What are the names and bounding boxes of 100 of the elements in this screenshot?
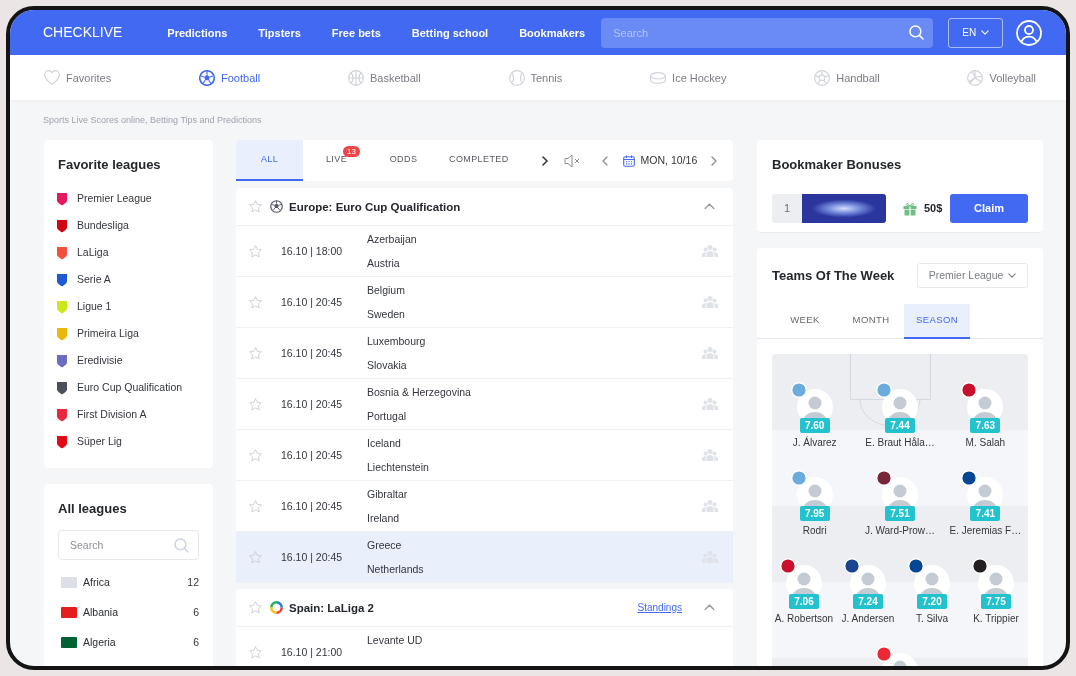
team-name: Bosnia & Herzegovina [367, 385, 471, 399]
lineup-icon[interactable] [702, 448, 718, 462]
sport-tab[interactable]: Tennis [508, 69, 563, 86]
league-link[interactable]: Premier League [56, 185, 199, 212]
mute-icon[interactable] [563, 153, 581, 168]
chevron-right-icon[interactable] [541, 155, 548, 166]
match-row[interactable]: 16.10 | 20:45 Belgium Sweden [236, 277, 733, 328]
card-title: Teams Of The Week [772, 267, 895, 284]
player-name[interactable]: M. Salah [965, 436, 1006, 449]
search-field[interactable]: Search [601, 17, 934, 48]
favorite-star-icon[interactable] [249, 295, 262, 309]
player-name[interactable]: J. Ward-Prow… [864, 524, 936, 537]
match-row[interactable]: 16.10 | 18:00 Azerbaijan Austria [236, 226, 733, 277]
favorite-star-icon[interactable] [249, 645, 262, 659]
filter-tab[interactable]: ODDS [370, 140, 437, 181]
player-name[interactable]: A. Robertson [774, 612, 834, 625]
match-time: 16.10 | 20:45 [281, 499, 344, 513]
player-name[interactable]: Rodri [802, 524, 827, 537]
player-name[interactable]: J. Álvarez [792, 436, 837, 449]
volleyball-icon [967, 69, 984, 86]
country-link[interactable]: Africa [83, 575, 110, 589]
match-row[interactable]: 16.10 | 21:00 Levante UD [236, 627, 733, 666]
league-link[interactable]: Süper Lig [56, 428, 199, 455]
favorite-star-icon[interactable] [249, 397, 262, 411]
favorite-star-icon[interactable] [249, 601, 262, 614]
period-tab[interactable]: MONTH [838, 304, 904, 339]
league-link[interactable]: First Division A [56, 401, 199, 428]
league-link[interactable]: Bundesliga [56, 212, 199, 239]
player-name[interactable]: E. Jeremias F… [949, 524, 1022, 537]
sport-tab[interactable]: Football [199, 69, 261, 86]
card-title: Bookmaker Bonuses [772, 156, 903, 173]
filter-tab[interactable]: ALL [236, 140, 303, 181]
league-count: 6 [193, 605, 199, 619]
league-link[interactable]: LaLiga [56, 239, 199, 266]
date-picker[interactable]: MON, 10/16 [622, 154, 698, 167]
menu-link[interactable]: Tipsters [258, 25, 301, 40]
card-title: Favorite leagues [58, 156, 162, 173]
favorite-star-icon[interactable] [249, 448, 262, 462]
team-name: Ireland [367, 511, 401, 525]
league-select[interactable]: Premier League [917, 263, 1028, 288]
player-name[interactable]: K. Trippier [973, 612, 1019, 625]
sport-tab[interactable]: Basketball [347, 69, 421, 86]
sport-tab[interactable]: Volleyball [967, 69, 1036, 86]
calendar-icon [622, 154, 635, 167]
league-search-field[interactable]: Search [58, 530, 199, 560]
lineup-icon[interactable] [702, 244, 718, 258]
league-link[interactable]: Primeira Liga [56, 320, 199, 347]
collapse-chevron-icon[interactable] [704, 604, 715, 611]
team-name: Portugal [367, 409, 408, 423]
player-name[interactable]: T. Silva [915, 612, 949, 625]
lineup-icon[interactable] [702, 397, 718, 411]
sport-tab[interactable]: Handball [814, 69, 880, 86]
match-row[interactable]: 16.10 | 20:45 Greece Netherlands [236, 532, 733, 583]
sport-tab[interactable]: Ice Hockey [650, 70, 727, 85]
tennis-ball-icon [508, 69, 525, 86]
player-name[interactable]: E. Braut Håla… [865, 436, 935, 449]
favorite-star-icon[interactable] [249, 244, 262, 258]
player-rating: 7.60 [799, 418, 830, 433]
favorite-star-icon[interactable] [249, 499, 262, 513]
sport-tab[interactable]: Favorites [44, 70, 112, 85]
team-name: Iceland [367, 436, 402, 450]
favorite-star-icon[interactable] [249, 346, 262, 360]
favorite-star-icon[interactable] [249, 200, 262, 213]
claim-button[interactable]: Claim [950, 194, 1028, 223]
lineup-icon[interactable] [702, 346, 718, 360]
collapse-chevron-icon[interactable] [704, 203, 715, 210]
menu-link[interactable]: Predictions [167, 25, 228, 40]
team-name: Gibraltar [367, 487, 408, 501]
league-link[interactable]: Eredivisie [56, 347, 199, 374]
standings-link[interactable]: Standings [637, 601, 682, 614]
match-row[interactable]: 16.10 | 20:45 Bosnia & Herzegovina Portugal [236, 379, 733, 430]
menu-link[interactable]: Free bets [331, 25, 381, 40]
favorite-star-icon[interactable] [249, 550, 262, 564]
country-link[interactable]: Algeria [83, 635, 116, 649]
menu-link[interactable]: Bookmakers [519, 25, 586, 40]
match-row[interactable]: 16.10 | 20:45 Luxembourg Slovakia [236, 328, 733, 379]
chevron-left-icon[interactable] [601, 155, 608, 166]
country-link[interactable]: Albania [83, 605, 119, 619]
lineup-icon[interactable] [702, 295, 718, 309]
player-rating: 7.63 [970, 418, 1001, 433]
menu-link[interactable]: Betting school [411, 25, 489, 40]
player-rating: 7.20 [917, 594, 947, 609]
filter-tab[interactable]: COMPLETED [437, 140, 521, 181]
league-link[interactable]: Ligue 1 [56, 293, 199, 320]
period-tab[interactable]: WEEK [772, 304, 838, 339]
team-name: Levante UD [367, 633, 423, 647]
match-time: 16.10 | 20:45 [281, 397, 344, 411]
search-icon[interactable] [174, 537, 189, 553]
language-select[interactable]: EN [948, 17, 1004, 48]
league-link[interactable]: Euro Cup Qualification [56, 374, 199, 401]
puck-icon [650, 71, 667, 84]
site-logo[interactable]: CHECKLIVE [43, 24, 123, 41]
player-name[interactable]: J. Andersen [841, 612, 895, 625]
user-account-icon[interactable] [1016, 19, 1042, 46]
search-icon[interactable] [909, 25, 925, 40]
match-row[interactable]: 16.10 | 20:45 Iceland Liechtenstein [236, 430, 733, 481]
period-tab[interactable]: SEASON [904, 304, 970, 339]
league-link[interactable]: Serie A [56, 266, 199, 293]
match-time: 16.10 | 18:00 [281, 244, 344, 258]
lineup-icon[interactable] [702, 499, 718, 513]
